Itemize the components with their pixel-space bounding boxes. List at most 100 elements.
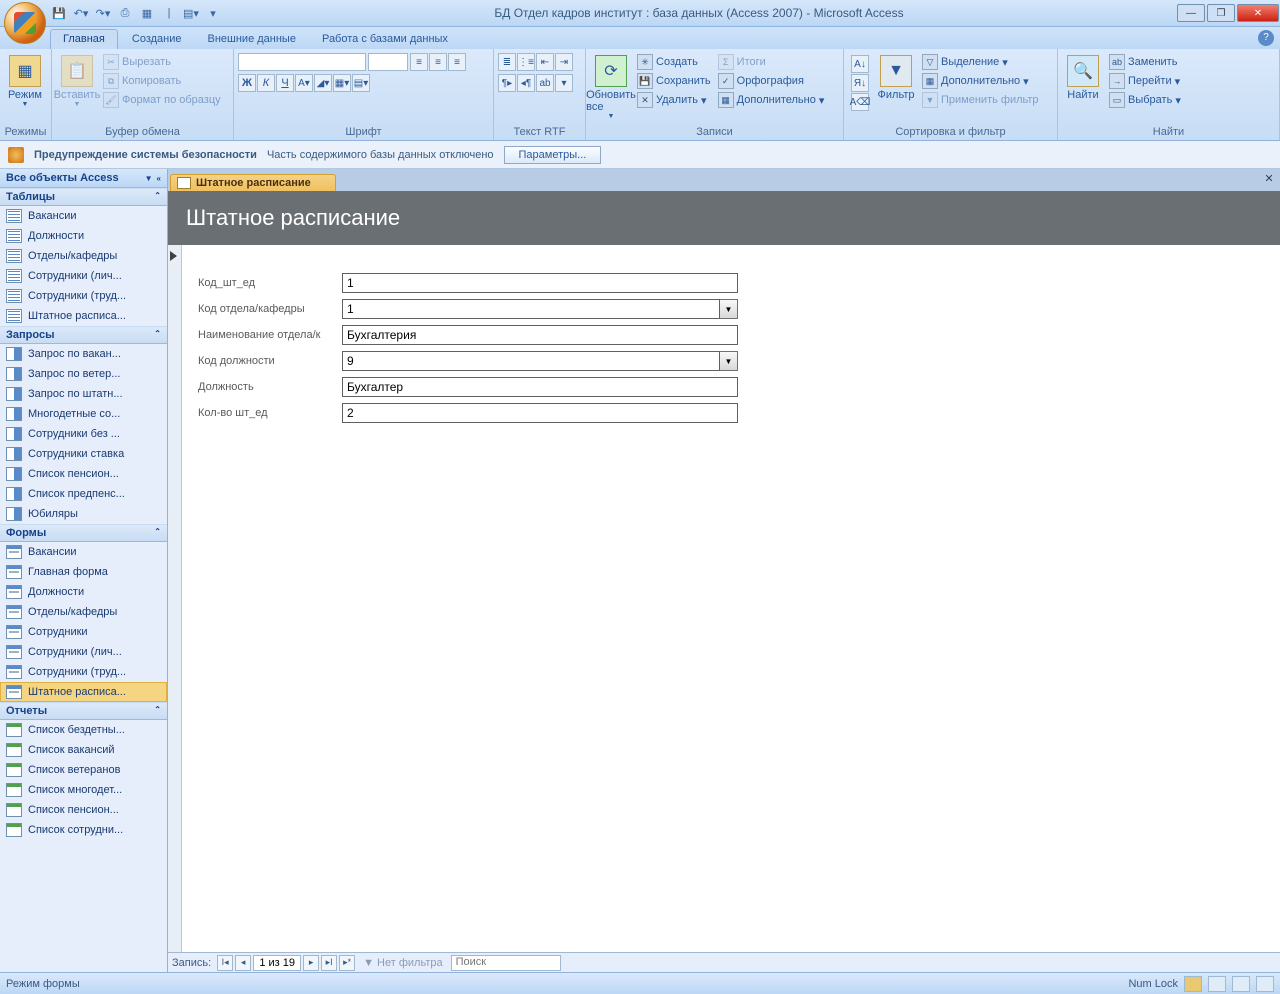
italic-button[interactable]: К [257,74,275,92]
nav-item[interactable]: Сотрудники (труд... [0,286,167,306]
dropdown-button[interactable]: ▼ [720,299,738,319]
field-input[interactable] [342,377,738,397]
nav-item[interactable]: Список предпенс... [0,484,167,504]
qat-form-icon[interactable]: ▦ [138,4,156,22]
close-button[interactable]: ✕ [1237,4,1279,22]
last-record-button[interactable]: ▸I [321,955,337,971]
numbering-button[interactable]: ≣ [498,53,516,71]
layout-view-button[interactable] [1232,976,1250,992]
nav-item[interactable]: Список ветеранов [0,760,167,780]
chevron-down-icon[interactable]: ▼ [145,174,153,183]
nav-item[interactable]: Список многодет... [0,780,167,800]
new-record-nav-button[interactable]: ▸* [339,955,355,971]
first-record-button[interactable]: I◂ [217,955,233,971]
font-name-combo[interactable] [238,53,366,71]
filter-button[interactable]: ▼Фильтр [875,53,917,103]
nav-item[interactable]: Отделы/кафедры [0,246,167,266]
align-right-button[interactable]: ≡ [448,53,466,71]
view-button[interactable]: ▦Режим▼ [4,53,46,110]
next-record-button[interactable]: ▸ [303,955,319,971]
minimize-button[interactable]: — [1177,4,1205,22]
ribbon-tab-external[interactable]: Внешние данные [196,30,308,49]
field-input[interactable] [342,273,738,293]
bold-button[interactable]: Ж [238,74,256,92]
ribbon-tab-dbtools[interactable]: Работа с базами данных [310,30,460,49]
qat-print-icon[interactable]: ⎙ [116,4,134,22]
nav-item[interactable]: Сотрудники без ... [0,424,167,444]
underline-button[interactable]: Ч [276,74,294,92]
nav-item[interactable]: Штатное расписа... [0,306,167,326]
nav-header[interactable]: Все объекты Access▼« [0,169,167,188]
goto-button[interactable]: →Перейти ▾ [1107,72,1183,90]
dropdown-button[interactable]: ▼ [720,351,738,371]
nav-item[interactable]: Юбиляры [0,504,167,524]
nav-item[interactable]: Главная форма [0,562,167,582]
qat-table-icon[interactable]: ▤▾ [182,4,200,22]
document-close-button[interactable]: ✕ [1262,172,1276,186]
nav-item[interactable]: Сотрудники (труд... [0,662,167,682]
field-input[interactable] [342,403,738,423]
nav-item[interactable]: Штатное расписа... [0,682,167,702]
field-combo[interactable] [342,299,720,319]
font-color-button[interactable]: A▾ [295,74,313,92]
nav-group[interactable]: Запросы⌃ [0,326,167,344]
qat-undo-icon[interactable]: ↶▾ [72,4,90,22]
qat-more-icon[interactable]: ▾ [204,4,222,22]
maximize-button[interactable]: ❐ [1207,4,1235,22]
nav-item[interactable]: Список пенсион... [0,464,167,484]
datasheet-view-button[interactable] [1208,976,1226,992]
nav-item[interactable]: Сотрудники [0,622,167,642]
clear-sort-button[interactable]: A⌫ [851,93,869,111]
refresh-button[interactable]: ⟳Обновить все▼ [590,53,632,122]
document-tab[interactable]: Штатное расписание [170,174,336,191]
nav-group[interactable]: Формы⌃ [0,524,167,542]
more-records-button[interactable]: ▦Дополнительно ▾ [716,91,827,109]
nav-item[interactable]: Вакансии [0,206,167,226]
select-button[interactable]: ▭Выбрать ▾ [1107,91,1183,109]
record-position-input[interactable] [253,955,301,971]
ltr-button[interactable]: ¶▸ [498,74,516,92]
replace-button[interactable]: abЗаменить [1107,53,1183,71]
gridlines-button[interactable]: ▦▾ [333,74,351,92]
selection-filter-button[interactable]: ▽Выделение ▾ [920,53,1041,71]
highlight-button[interactable]: ab [536,74,554,92]
textcolor2-button[interactable]: ▾ [555,74,573,92]
rtl-button[interactable]: ◂¶ [517,74,535,92]
office-button[interactable] [4,2,46,44]
search-box[interactable]: Поиск [451,955,561,971]
nav-item[interactable]: Многодетные со... [0,404,167,424]
fill-color-button[interactable]: ◢▾ [314,74,332,92]
prev-record-button[interactable]: ◂ [235,955,251,971]
advanced-filter-button[interactable]: ▦Дополнительно ▾ [920,72,1041,90]
ribbon-tab-home[interactable]: Главная [50,29,118,49]
spelling-button[interactable]: ✓Орфография [716,72,827,90]
nav-item[interactable]: Запрос по штатн... [0,384,167,404]
font-size-combo[interactable] [368,53,408,71]
nav-item[interactable]: Запрос по вакан... [0,344,167,364]
indent-dec-button[interactable]: ⇤ [536,53,554,71]
nav-item[interactable]: Должности [0,226,167,246]
nav-item[interactable]: Сотрудники (лич... [0,642,167,662]
nav-item[interactable]: Сотрудники ставка [0,444,167,464]
bullets-button[interactable]: ⋮≡ [517,53,535,71]
help-icon[interactable]: ? [1258,30,1274,46]
nav-group[interactable]: Таблицы⌃ [0,188,167,206]
nav-item[interactable]: Список сотрудни... [0,820,167,840]
field-input[interactable] [342,325,738,345]
nav-item[interactable]: Запрос по ветер... [0,364,167,384]
nav-item[interactable]: Сотрудники (лич... [0,266,167,286]
form-view-button[interactable] [1184,976,1202,992]
nav-item[interactable]: Отделы/кафедры [0,602,167,622]
nav-item[interactable]: Список пенсион... [0,800,167,820]
field-combo[interactable] [342,351,720,371]
sort-asc-button[interactable]: A↓ [851,55,869,73]
nav-item[interactable]: Должности [0,582,167,602]
shutter-icon[interactable]: « [157,174,161,183]
nav-item[interactable]: Список вакансий [0,740,167,760]
new-record-button[interactable]: ✳Создать [635,53,713,71]
nav-item[interactable]: Вакансии [0,542,167,562]
qat-redo-icon[interactable]: ↷▾ [94,4,112,22]
save-record-button[interactable]: 💾Сохранить [635,72,713,90]
nav-group[interactable]: Отчеты⌃ [0,702,167,720]
security-options-button[interactable]: Параметры... [504,146,602,164]
